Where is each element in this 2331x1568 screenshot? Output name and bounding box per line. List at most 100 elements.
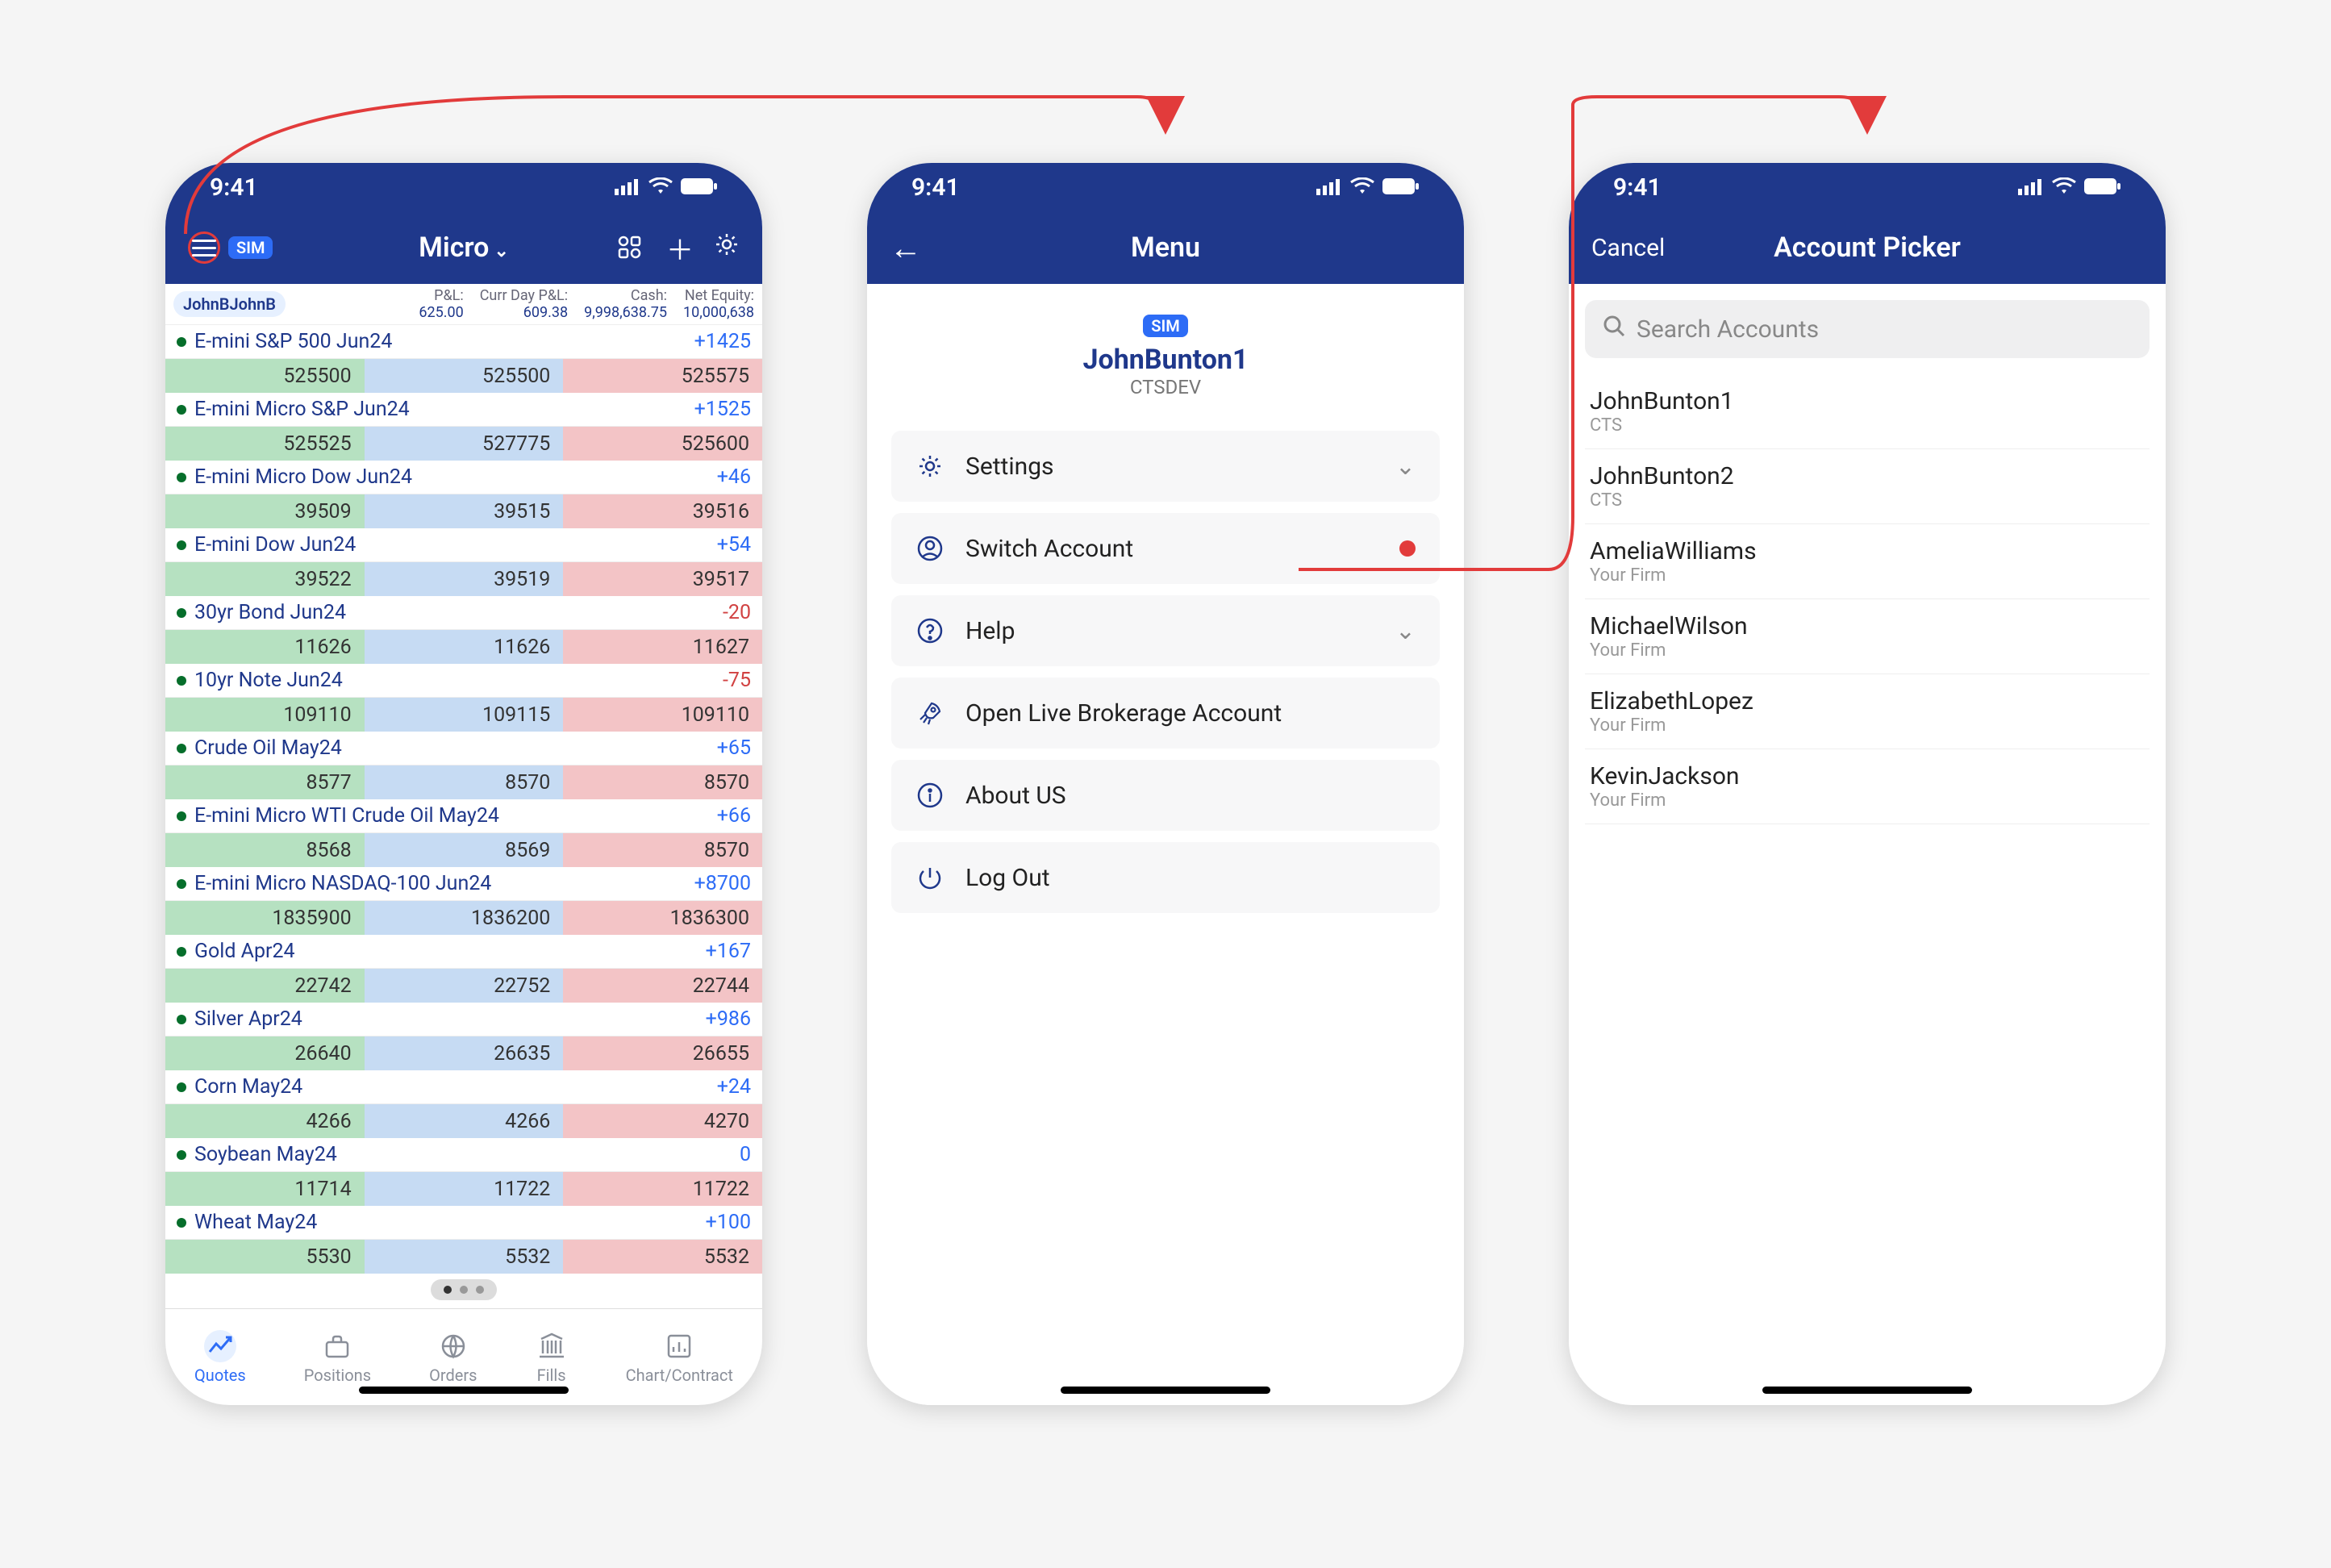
price-row[interactable]: 39522 39519 39517 — [165, 562, 762, 596]
last-price[interactable]: 39522 — [165, 562, 365, 596]
gear-icon[interactable] — [714, 231, 740, 265]
grid-icon[interactable] — [614, 231, 646, 264]
menu-settings[interactable]: Settings ⌄ — [891, 431, 1440, 502]
tab-fills[interactable]: Fills — [536, 1330, 568, 1385]
bid-price[interactable]: 39519 — [365, 562, 564, 596]
ask-price[interactable]: 11722 — [563, 1172, 762, 1206]
menu-hamburger-icon[interactable] — [188, 231, 220, 264]
ask-price[interactable]: 11627 — [563, 630, 762, 664]
bid-price[interactable]: 22752 — [365, 969, 564, 1003]
quote-row[interactable]: Wheat May24 +100 — [165, 1206, 762, 1240]
ask-price[interactable]: 22744 — [563, 969, 762, 1003]
account-pill[interactable]: JohnBJohnB — [173, 291, 286, 317]
quotes-list[interactable]: E-mini S&P 500 Jun24 +1425525500 525500 … — [165, 325, 762, 1308]
ask-price[interactable]: 109110 — [563, 698, 762, 732]
bid-price[interactable]: 5532 — [365, 1240, 564, 1274]
bid-price[interactable]: 527775 — [365, 427, 564, 461]
search-input[interactable]: Search Accounts — [1585, 300, 2150, 358]
bid-price[interactable]: 11722 — [365, 1172, 564, 1206]
back-arrow-icon[interactable]: ← — [890, 229, 922, 267]
price-row[interactable]: 22742 22752 22744 — [165, 969, 762, 1003]
last-price[interactable]: 525525 — [165, 427, 365, 461]
price-row[interactable]: 39509 39515 39516 — [165, 494, 762, 528]
ask-price[interactable]: 525575 — [563, 359, 762, 393]
cancel-button[interactable]: Cancel — [1591, 234, 1665, 262]
nav-title: Menu — [867, 231, 1464, 264]
quote-row[interactable]: Silver Apr24 +986 — [165, 1003, 762, 1036]
pager-dots[interactable] — [431, 1279, 497, 1300]
quote-row[interactable]: E-mini Micro S&P Jun24 +1525 — [165, 393, 762, 427]
menu-logout[interactable]: Log Out — [891, 842, 1440, 913]
price-row[interactable]: 8568 8569 8570 — [165, 833, 762, 867]
bid-price[interactable]: 1836200 — [365, 901, 564, 935]
plus-icon[interactable]: ＋ — [666, 228, 694, 268]
price-row[interactable]: 4266 4266 4270 — [165, 1104, 762, 1138]
quote-row[interactable]: Crude Oil May24 +65 — [165, 732, 762, 765]
price-row[interactable]: 8577 8570 8570 — [165, 765, 762, 799]
quote-row[interactable]: Soybean May24 0 — [165, 1138, 762, 1172]
last-price[interactable]: 11714 — [165, 1172, 365, 1206]
menu-open-account[interactable]: Open Live Brokerage Account — [891, 678, 1440, 749]
tab-chartcontract[interactable]: Chart/Contract — [626, 1330, 733, 1385]
quote-row[interactable]: Corn May24 +24 — [165, 1070, 762, 1104]
last-price[interactable]: 8577 — [165, 765, 365, 799]
price-row[interactable]: 11714 11722 11722 — [165, 1172, 762, 1206]
quote-row[interactable]: Gold Apr24 +167 — [165, 935, 762, 969]
bid-price[interactable]: 11626 — [365, 630, 564, 664]
ask-price[interactable]: 525600 — [563, 427, 762, 461]
price-row[interactable]: 109110 109115 109110 — [165, 698, 762, 732]
price-row[interactable]: 1835900 1836200 1836300 — [165, 901, 762, 935]
last-price[interactable]: 4266 — [165, 1104, 365, 1138]
account-row[interactable]: KevinJackson Your Firm — [1585, 749, 2150, 824]
menu-about[interactable]: About US — [891, 760, 1440, 831]
account-row[interactable]: JohnBunton2 CTS — [1585, 449, 2150, 524]
price-row[interactable]: 525525 527775 525600 — [165, 427, 762, 461]
last-price[interactable]: 1835900 — [165, 901, 365, 935]
ask-price[interactable]: 26655 — [563, 1036, 762, 1070]
bid-price[interactable]: 525500 — [365, 359, 564, 393]
tab-positions[interactable]: Positions — [304, 1330, 371, 1385]
last-price[interactable]: 26640 — [165, 1036, 365, 1070]
price-row[interactable]: 26640 26635 26655 — [165, 1036, 762, 1070]
price-row[interactable]: 11626 11626 11627 — [165, 630, 762, 664]
bid-price[interactable]: 26635 — [365, 1036, 564, 1070]
last-price[interactable]: 11626 — [165, 630, 365, 664]
quote-row[interactable]: E-mini Micro Dow Jun24 +46 — [165, 461, 762, 494]
account-row[interactable]: ElizabethLopez Your Firm — [1585, 674, 2150, 749]
quote-row[interactable]: E-mini Micro WTI Crude Oil May24 +66 — [165, 799, 762, 833]
ask-price[interactable]: 1836300 — [563, 901, 762, 935]
ask-price[interactable]: 39516 — [563, 494, 762, 528]
last-price[interactable]: 109110 — [165, 698, 365, 732]
last-price[interactable]: 8568 — [165, 833, 365, 867]
bid-price[interactable]: 4266 — [365, 1104, 564, 1138]
tab-quotes[interactable]: Quotes — [194, 1330, 246, 1385]
last-price[interactable]: 5530 — [165, 1240, 365, 1274]
ask-price[interactable]: 39517 — [563, 562, 762, 596]
account-row[interactable]: JohnBunton1 CTS — [1585, 374, 2150, 449]
menu-help[interactable]: Help ⌄ — [891, 595, 1440, 666]
symbol-name: Crude Oil May24 — [194, 736, 342, 760]
quote-row[interactable]: 30yr Bond Jun24 -20 — [165, 596, 762, 630]
ask-price[interactable]: 4270 — [563, 1104, 762, 1138]
ask-price[interactable]: 8570 — [563, 765, 762, 799]
quote-row[interactable]: 10yr Note Jun24 -75 — [165, 664, 762, 698]
account-row[interactable]: MichaelWilson Your Firm — [1585, 599, 2150, 674]
last-price[interactable]: 22742 — [165, 969, 365, 1003]
account-row[interactable]: AmeliaWilliams Your Firm — [1585, 524, 2150, 599]
bid-price[interactable]: 8570 — [365, 765, 564, 799]
last-price[interactable]: 525500 — [165, 359, 365, 393]
quote-row[interactable]: E-mini S&P 500 Jun24 +1425 — [165, 325, 762, 359]
quote-row[interactable]: E-mini Micro NASDAQ-100 Jun24 +8700 — [165, 867, 762, 901]
last-price[interactable]: 39509 — [165, 494, 365, 528]
bid-price[interactable]: 8569 — [365, 833, 564, 867]
bid-price[interactable]: 109115 — [365, 698, 564, 732]
quote-row[interactable]: E-mini Dow Jun24 +54 — [165, 528, 762, 562]
tab-orders[interactable]: Orders — [429, 1330, 477, 1385]
phone-menu: 9:41 ← Menu SIM JohnBunton1 CTSDEV Setti… — [867, 163, 1464, 1405]
ask-price[interactable]: 5532 — [563, 1240, 762, 1274]
bid-price[interactable]: 39515 — [365, 494, 564, 528]
price-row[interactable]: 525500 525500 525575 — [165, 359, 762, 393]
ask-price[interactable]: 8570 — [563, 833, 762, 867]
menu-switch-account[interactable]: Switch Account — [891, 513, 1440, 584]
price-row[interactable]: 5530 5532 5532 — [165, 1240, 762, 1274]
